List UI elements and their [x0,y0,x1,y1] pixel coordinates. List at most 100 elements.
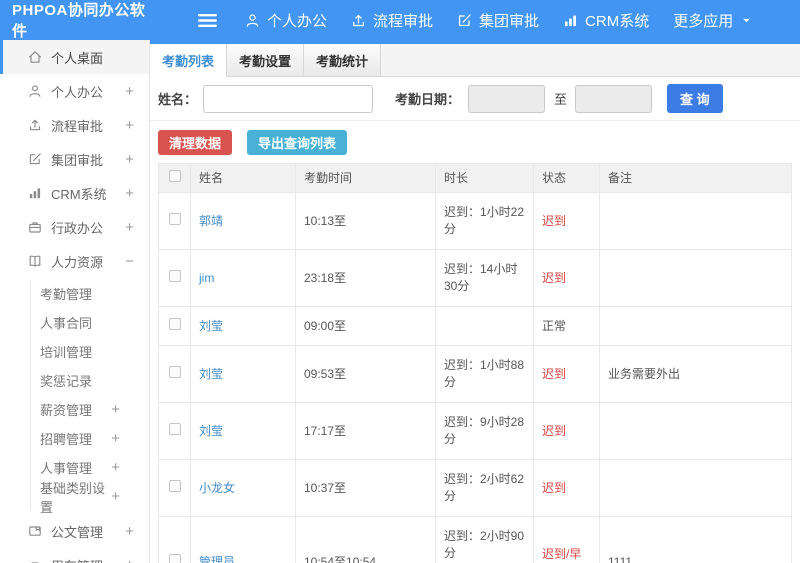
chart-icon [28,186,42,200]
employee-name-link[interactable]: 刘莹 [199,367,223,381]
table-row: jim 23:18至 迟到：14小时30分 迟到 [158,249,792,307]
collapse-icon[interactable]: − [125,254,134,269]
sidebar-subitem[interactable]: 奖惩记录 [0,366,149,395]
attendance-time: 17:17至 [295,402,436,460]
note-text [599,192,792,250]
sidebar-subitem[interactable]: 招聘管理 + [0,424,149,453]
select-all-checkbox[interactable] [168,170,181,182]
table-row: 刘莹 09:00至 正常 [158,306,792,346]
topnav-item-3[interactable]: 集团审批 [457,10,539,31]
attendance-time: 10:13至 [295,192,436,250]
expand-icon[interactable]: + [111,460,120,475]
note-text [599,249,792,307]
top-navbar: PHPOA协同办公软件 个人办公 流程审批 集团审批 CRM系统 更多应用 [0,0,800,40]
expand-icon[interactable]: + [111,431,120,446]
topnav-item-1[interactable]: 个人办公 [245,10,327,31]
sidebar-item[interactable]: 用车管理 + [0,548,149,563]
clear-data-button[interactable]: 清理数据 [158,130,233,155]
sidebar-item[interactable]: 个人办公 + [0,74,149,108]
row-checkbox[interactable] [168,213,181,225]
expand-icon[interactable]: + [125,558,134,563]
attendance-table: 姓名 考勤时间 时长 状态 备注 郭靖 10:13至 迟到：1小时22分 迟到 jim 2… [158,163,792,563]
sidebar-subitem[interactable]: 人事合同 [0,308,149,337]
note-text [599,459,792,517]
header-status: 状态 [533,163,600,193]
edit-icon [28,152,42,166]
export-list-button[interactable]: 导出查询列表 [247,130,348,155]
row-checkbox[interactable] [168,270,181,282]
expand-icon[interactable]: + [125,84,134,99]
sidebar-subitem[interactable]: 培训管理 [0,337,149,366]
employee-name-link[interactable]: 管理员 [199,555,235,563]
sidebar-subitem-label: 考勤管理 [40,287,93,302]
row-checkbox[interactable] [168,366,181,378]
sidebar-subitem[interactable]: 薪资管理 + [0,395,149,424]
employee-name-link[interactable]: 刘莹 [199,319,223,333]
sidebar-item-label: 人力资源 [51,254,104,270]
expand-icon[interactable]: + [125,524,134,539]
sidebar-item[interactable]: 人力资源 − [0,244,149,278]
sidebar-item[interactable]: CRM系统 + [0,176,149,210]
expand-icon[interactable]: + [125,186,134,201]
date-from-input[interactable] [468,84,546,113]
tab-1[interactable]: 考勤列表 [150,44,227,77]
tab-3[interactable]: 考勤统计 [304,44,381,76]
sidebar-item-label: 个人桌面 [51,50,104,66]
sidebar-item[interactable]: 流程审批 + [0,108,149,142]
row-checkbox[interactable] [168,423,181,435]
topnav-item-5[interactable]: 更多应用 [673,10,753,31]
table-row: 刘莹 09:53至 迟到：1小时88分 迟到 业务需要外出 [158,345,792,403]
duration-text: 迟到：1小时22分 [435,192,534,250]
sidebar-subitem[interactable]: 基础类别设置 + [0,481,149,515]
employee-name-link[interactable]: jim [199,271,214,285]
search-button[interactable]: 查 询 [667,84,723,113]
sidebar-item[interactable]: 公文管理 + [0,514,149,548]
chart-icon [563,13,578,28]
sidebar-item[interactable]: 行政办公 + [0,210,149,244]
employee-name-link[interactable]: 刘莹 [199,424,223,438]
user-icon [28,84,42,98]
status-text: 正常 [542,319,567,333]
edit-icon [457,13,472,28]
row-checkbox[interactable] [168,480,181,492]
duration-text: 迟到：9小时28分 [435,402,534,460]
duration-text [435,306,534,346]
tab-2[interactable]: 考勤设置 [227,44,304,76]
topnav-item-4[interactable]: CRM系统 [563,10,649,31]
date-to-input[interactable] [575,84,653,113]
status-text: 迟到/早退 [542,547,582,561]
expand-icon[interactable]: + [125,220,134,235]
table-header-row: 姓名 考勤时间 时长 状态 备注 [158,163,792,193]
sidebar-item-label: 行政办公 [51,220,104,236]
attendance-table-wrap: 姓名 考勤时间 时长 状态 备注 郭靖 10:13至 迟到：1小时22分 迟到 jim 2… [150,163,800,563]
duration-text: 迟到：2小时62分 [435,459,534,517]
sidebar-item-label: 集团审批 [51,152,104,168]
expand-icon[interactable]: + [111,402,120,417]
attendance-time: 10:37至 [295,459,436,517]
name-filter-input[interactable] [203,84,374,113]
menu-toggle-button[interactable] [198,13,217,28]
employee-name-link[interactable]: 郭靖 [199,214,223,228]
sidebar-subitem-label: 基础类别设置 [40,480,106,515]
topnav-item-label: 更多应用 [673,12,734,30]
sidebar-item[interactable]: 个人桌面 [0,40,149,74]
sidebar-item-label: 个人办公 [51,84,104,100]
table-row: 小龙女 10:37至 迟到：2小时62分 迟到 [158,459,792,517]
top-menu: 个人办公 流程审批 集团审批 CRM系统 更多应用 [245,10,753,31]
table-row: 郭靖 10:13至 迟到：1小时22分 迟到 [158,192,792,250]
attendance-time: 10:54至10:54 [295,516,436,563]
expand-icon[interactable]: + [125,152,134,167]
sidebar-subitem-label: 奖惩记录 [40,374,93,389]
sidebar-subitem[interactable]: 考勤管理 [0,279,149,308]
expand-icon[interactable]: + [125,118,134,133]
note-text [599,402,792,460]
tab-bar: 考勤列表 考勤设置 考勤统计 [150,40,800,77]
row-checkbox[interactable] [168,554,181,563]
employee-name-link[interactable]: 小龙女 [199,481,235,495]
duration-text: 迟到：1小时88分 [435,345,534,403]
sidebar-item[interactable]: 集团审批 + [0,142,149,176]
topnav-item-2[interactable]: 流程审批 [351,10,433,31]
expand-icon[interactable]: + [111,489,120,504]
sidebar-subitem-label: 招聘管理 [40,432,93,447]
row-checkbox[interactable] [168,318,181,330]
